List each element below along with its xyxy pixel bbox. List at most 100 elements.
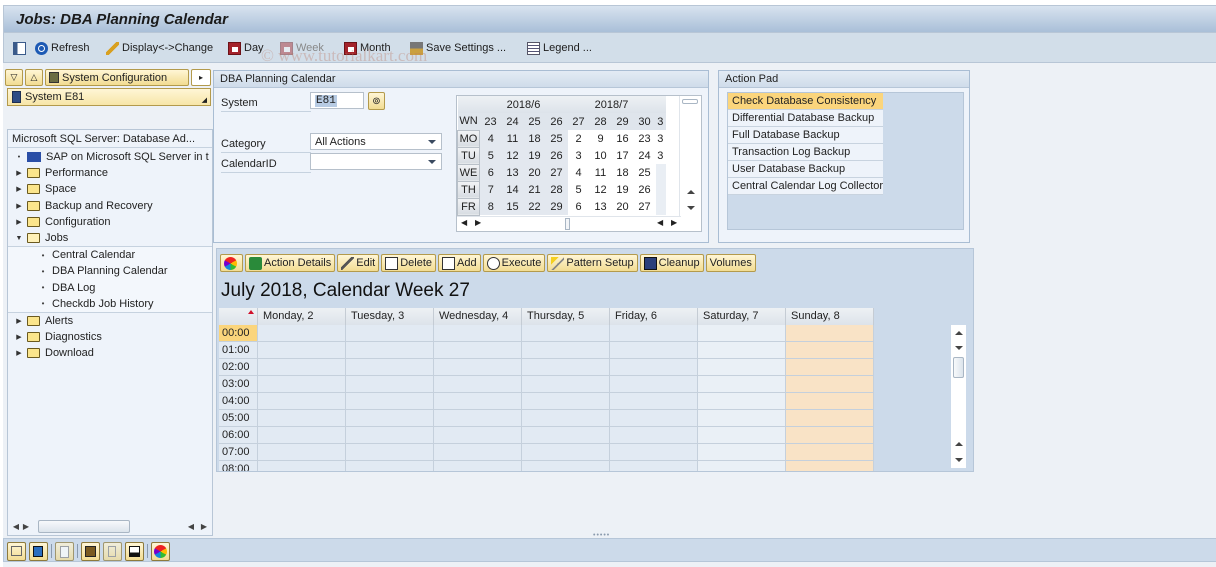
date-cell[interactable]: 4 [568, 164, 590, 181]
week-number[interactable]: 29 [611, 113, 634, 130]
time-slot[interactable] [346, 325, 434, 341]
document-button[interactable] [55, 542, 74, 561]
weekday-button[interactable]: FR [457, 197, 480, 216]
time-slot[interactable] [434, 461, 522, 471]
time-slot[interactable] [434, 376, 522, 392]
week-number[interactable]: 24 [501, 113, 524, 130]
time-slot[interactable] [786, 325, 874, 341]
tree-node-central-calendar[interactable]: • Central Calendar [8, 247, 212, 263]
time-slot[interactable] [610, 461, 698, 471]
time-slot[interactable] [610, 427, 698, 443]
action-item[interactable]: Check Database Consistency [728, 93, 883, 110]
time-slot[interactable] [346, 444, 434, 460]
legend-button[interactable]: Legend ... [527, 40, 592, 56]
scroll-left-icon[interactable]: ◀ [11, 522, 21, 531]
date-cell[interactable]: 11 [590, 164, 612, 181]
grid-corner[interactable] [219, 308, 258, 325]
scroll-left-icon[interactable]: ◀ [657, 218, 663, 227]
date-cell[interactable]: 19 [523, 147, 546, 164]
week-number[interactable]: 30 [633, 113, 656, 130]
pattern-setup-button[interactable]: Pattern Setup [547, 254, 638, 272]
time-slot[interactable] [786, 376, 874, 392]
time-slot[interactable] [258, 393, 346, 409]
color-legend-button[interactable] [151, 542, 170, 561]
day-column-header[interactable]: Tuesday, 3 [346, 308, 434, 325]
month-header[interactable]: 2018/6 [479, 96, 568, 113]
expand-arrow-icon[interactable]: ▶ [14, 333, 24, 341]
scroll-left-icon[interactable]: ◀ [186, 522, 196, 531]
action-item[interactable]: Central Calendar Log Collector [728, 178, 883, 195]
time-slot[interactable] [346, 359, 434, 375]
execute-button[interactable]: Execute [482, 254, 546, 272]
cleanup-button[interactable]: Cleanup [639, 254, 704, 272]
time-slot[interactable] [346, 410, 434, 426]
page-up-button[interactable] [951, 436, 966, 451]
tree-node-jobs[interactable]: ▼ Jobs [8, 230, 212, 246]
more-tabs-button[interactable]: ▸ [191, 69, 211, 86]
scroll-up-button[interactable] [683, 184, 698, 199]
time-slot[interactable] [258, 410, 346, 426]
date-cell[interactable]: 12 [501, 147, 524, 164]
time-slot[interactable] [786, 410, 874, 426]
time-slot[interactable] [522, 342, 610, 358]
date-cell[interactable]: 13 [590, 198, 612, 215]
scroll-right-icon[interactable]: ▶ [199, 522, 209, 531]
date-cell[interactable]: 18 [523, 130, 546, 147]
time-slot[interactable] [610, 325, 698, 341]
time-slot[interactable] [698, 427, 786, 443]
date-cell[interactable]: 26 [634, 181, 656, 198]
tree-node-download[interactable]: ▶ Download [8, 345, 212, 361]
time-slot[interactable] [610, 359, 698, 375]
time-slot[interactable] [258, 359, 346, 375]
scroll-right-icon[interactable]: ▶ [671, 218, 677, 227]
date-cell[interactable]: 25 [634, 164, 656, 181]
expand-arrow-icon[interactable]: ▶ [14, 202, 24, 210]
day-column-header[interactable]: Thursday, 5 [522, 308, 610, 325]
action-item[interactable]: Full Database Backup [728, 127, 883, 144]
date-cell[interactable]: 4 [479, 130, 502, 147]
calendarid-dropdown[interactable] [310, 153, 442, 170]
date-cell[interactable]: 3 [568, 147, 590, 164]
date-cell[interactable]: 27 [634, 198, 656, 215]
tree-node-dba-log[interactable]: • DBA Log [8, 280, 212, 296]
scroll-down-button[interactable] [951, 340, 966, 355]
time-slot[interactable] [698, 342, 786, 358]
time-slot[interactable] [522, 325, 610, 341]
expand-arrow-icon[interactable]: ▶ [14, 317, 24, 325]
tree-node-sap-sql[interactable]: • SAP on Microsoft SQL Server in t [8, 149, 212, 165]
action-item[interactable]: Transaction Log Backup [728, 144, 883, 161]
date-cell[interactable]: 5 [479, 147, 502, 164]
week-number[interactable]: 25 [523, 113, 546, 130]
time-slot[interactable] [698, 376, 786, 392]
date-cell[interactable]: 23 [634, 130, 656, 147]
date-cell[interactable]: 20 [523, 164, 546, 181]
date-cell[interactable]: 24 [634, 147, 656, 164]
expand-arrow-icon[interactable]: ▶ [14, 169, 24, 177]
display-change-button[interactable]: Display<->Change [106, 40, 213, 56]
date-navigator[interactable]: 2018/6 2018/7 WN 23 24 25 26 27 28 29 30 3 MO 4 11… [456, 95, 702, 232]
time-slot[interactable] [698, 325, 786, 341]
date-cell[interactable]: 15 [501, 198, 524, 215]
time-slot[interactable] [522, 427, 610, 443]
time-slot[interactable] [258, 444, 346, 460]
date-cell[interactable]: 20 [612, 198, 634, 215]
time-slot[interactable] [610, 376, 698, 392]
tree-horizontal-scrollbar[interactable]: ◀ ▶ ◀ ▶ [8, 517, 212, 535]
delete-button[interactable]: Delete [381, 254, 437, 272]
refresh-button[interactable]: Refresh [35, 40, 90, 56]
time-slot[interactable] [434, 444, 522, 460]
color-legend-button[interactable] [220, 254, 243, 272]
day-button[interactable]: Day [228, 40, 264, 56]
scroll-up-button[interactable] [951, 325, 966, 340]
date-cell[interactable]: 12 [590, 181, 612, 198]
weekday-button[interactable]: TU [457, 146, 480, 165]
date-cell[interactable]: 11 [501, 130, 524, 147]
time-slot[interactable] [346, 461, 434, 471]
time-slot[interactable] [258, 342, 346, 358]
week-number[interactable]: 3 [655, 113, 666, 130]
tree-node-backup-recovery[interactable]: ▶ Backup and Recovery [8, 198, 212, 214]
time-slot[interactable] [610, 393, 698, 409]
date-cell[interactable]: 28 [545, 181, 568, 198]
date-navigator-horizontal-scrollbar[interactable]: ◀ ▶ ◀ ▶ [457, 216, 681, 231]
date-cell[interactable]: 13 [501, 164, 524, 181]
